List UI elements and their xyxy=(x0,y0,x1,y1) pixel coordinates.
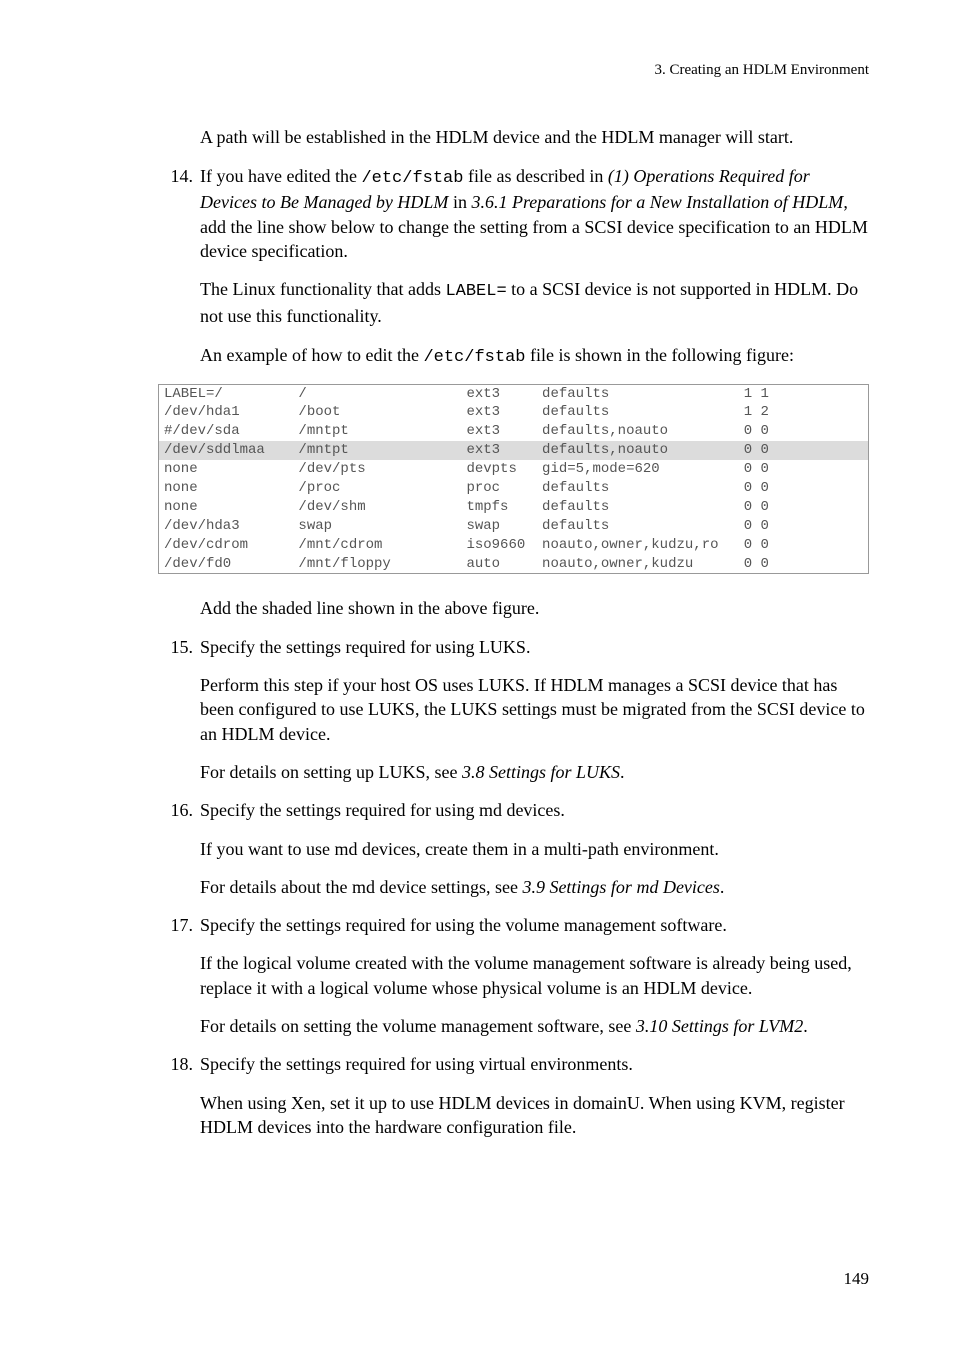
fstab-row: /dev/sddlmaa /mntpt ext3 defaults,noauto… xyxy=(159,441,868,460)
step-18-p1: When using Xen, set it up to use HDLM de… xyxy=(200,1091,869,1140)
page-number: 149 xyxy=(844,1268,870,1291)
text: . xyxy=(620,762,625,782)
fstab-row: LABEL=/ / ext3 defaults 1 1 xyxy=(159,385,868,404)
step-14-p2: The Linux functionality that adds LABEL=… xyxy=(200,277,869,328)
step-15-p2: For details on setting up LUKS, see 3.8 … xyxy=(200,760,869,784)
text: . xyxy=(803,1016,808,1036)
text: in xyxy=(448,192,471,212)
fstab-row: /dev/hda3 swap swap defaults 0 0 xyxy=(159,517,868,536)
step-number: 18. xyxy=(158,1052,193,1076)
text: file as described in xyxy=(463,166,607,186)
text: file is shown in the following figure: xyxy=(525,345,793,365)
fstab-row: /dev/cdrom /mnt/cdrom iso9660 noauto,own… xyxy=(159,536,868,555)
step-number: 17. xyxy=(158,913,193,937)
fstab-row: /dev/fd0 /mnt/floppy auto noauto,owner,k… xyxy=(159,555,868,574)
step-number: 15. xyxy=(158,635,193,659)
step-body: Specify the settings required for using … xyxy=(200,1052,869,1076)
intro-paragraph: A path will be established in the HDLM d… xyxy=(200,125,869,149)
text: . xyxy=(720,877,725,897)
step-number: 14. xyxy=(158,164,193,188)
step-16-p2: For details about the md device settings… xyxy=(200,875,869,899)
step-14-p3: An example of how to edit the /etc/fstab… xyxy=(200,343,869,370)
text: The Linux functionality that adds xyxy=(200,279,445,299)
text: For details on setting the volume manage… xyxy=(200,1016,636,1036)
step-15-p1: Perform this step if your host OS uses L… xyxy=(200,673,869,746)
text: An example of how to edit the xyxy=(200,345,423,365)
reference: 3.9 Settings for md Devices xyxy=(522,877,719,897)
reference: 3.6.1 Preparations for a New Installatio… xyxy=(471,192,843,212)
step-18: 18. Specify the settings required for us… xyxy=(158,1052,869,1076)
code-path: /etc/fstab xyxy=(361,169,463,188)
step-17-p1: If the logical volume created with the v… xyxy=(200,951,869,1000)
reference: 3.10 Settings for LVM2 xyxy=(636,1016,803,1036)
step-14: 14. If you have edited the /etc/fstab fi… xyxy=(158,164,869,264)
step-body: Specify the settings required for using … xyxy=(200,913,869,937)
text: If you have edited the xyxy=(200,166,361,186)
code-label: LABEL= xyxy=(445,282,506,301)
step-body: Specify the settings required for using … xyxy=(200,635,869,659)
step-16: 16. Specify the settings required for us… xyxy=(158,798,869,822)
fstab-row: none /dev/shm tmpfs defaults 0 0 xyxy=(159,498,868,517)
step-17: 17. Specify the settings required for us… xyxy=(158,913,869,937)
step-body: Specify the settings required for using … xyxy=(200,798,869,822)
step-body: If you have edited the /etc/fstab file a… xyxy=(200,164,869,264)
step-17-p2: For details on setting the volume manage… xyxy=(200,1014,869,1038)
fstab-row: none /proc proc defaults 0 0 xyxy=(159,479,868,498)
fstab-row: #/dev/sda /mntpt ext3 defaults,noauto 0 … xyxy=(159,422,868,441)
page-header-chapter: 3. Creating an HDLM Environment xyxy=(85,60,869,80)
fstab-figure: LABEL=/ / ext3 defaults 1 1/dev/hda1 /bo… xyxy=(158,384,869,575)
fstab-row: none /dev/pts devpts gid=5,mode=620 0 0 xyxy=(159,460,868,479)
reference: 3.8 Settings for LUKS xyxy=(462,762,620,782)
fstab-row: /dev/hda1 /boot ext3 defaults 1 2 xyxy=(159,403,868,422)
text: For details about the md device settings… xyxy=(200,877,522,897)
code-path: /etc/fstab xyxy=(423,348,525,367)
after-fstab-para: Add the shaded line shown in the above f… xyxy=(200,596,869,620)
step-16-p1: If you want to use md devices, create th… xyxy=(200,837,869,861)
step-15: 15. Specify the settings required for us… xyxy=(158,635,869,659)
text: For details on setting up LUKS, see xyxy=(200,762,462,782)
step-number: 16. xyxy=(158,798,193,822)
